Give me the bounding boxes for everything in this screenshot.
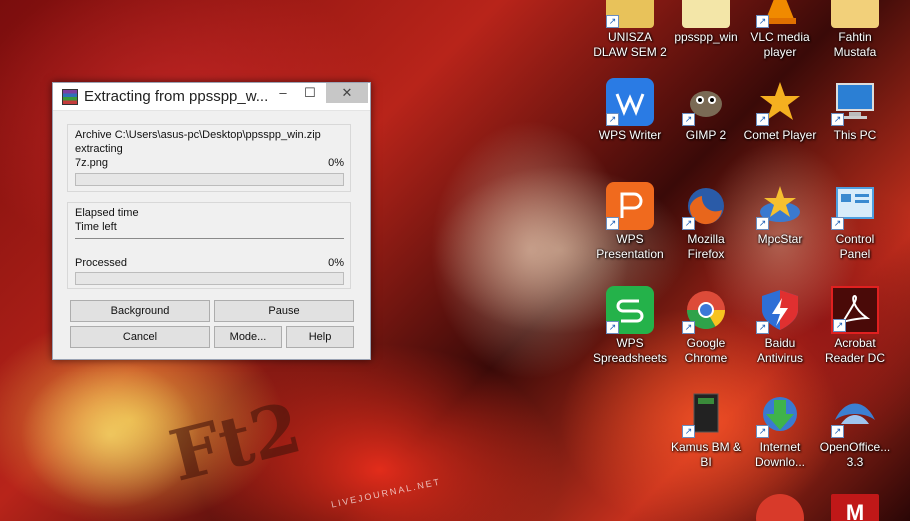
desktop-icon-wps-writer[interactable]: ↗ WPS Writer <box>591 78 669 143</box>
cancel-button[interactable]: Cancel <box>70 326 210 348</box>
desktop-icon-wps-presentation[interactable]: ↗ WPS Presentation <box>591 182 669 262</box>
firefox-icon: ↗ <box>682 182 730 230</box>
minimize-button[interactable]: – <box>269 83 297 103</box>
user-folder-icon <box>831 0 879 28</box>
desktop-icon-fahtin-mustafa[interactable]: Fahtin Mustafa <box>816 0 894 60</box>
desktop-icon-firefox[interactable]: ↗ Mozilla Firefox <box>667 182 745 262</box>
file-progress-bar <box>75 173 344 186</box>
wallpaper-watermark: Ft2 <box>161 385 309 498</box>
desktop-icon-baidu-antivirus[interactable]: ↗ Baidu Antivirus <box>741 286 819 366</box>
desktop-icon-openoffice[interactable]: ↗ OpenOffice... 3.3 <box>816 390 894 470</box>
wps-spreadsheets-icon: ↗ <box>606 286 654 334</box>
gimp-icon: ↗ <box>682 78 730 126</box>
desktop-icon-wps-spreadsheets[interactable]: ↗ WPS Spreadsheets <box>591 286 669 366</box>
background-button[interactable]: Background <box>70 300 210 322</box>
mcafee-icon: M <box>831 494 879 521</box>
desktop-icon-acrobat-reader[interactable]: ↗ Acrobat Reader DC <box>816 286 894 366</box>
svg-text:M: M <box>846 500 864 521</box>
processed-label: Processed <box>75 257 127 269</box>
computer-icon: ↗ <box>831 78 879 126</box>
pause-button[interactable]: Pause <box>214 300 354 322</box>
time-progress-group: Elapsed time Time left Processed 0% <box>67 202 351 289</box>
folder-icon: ↗ <box>606 0 654 28</box>
processed-progress-bar <box>75 272 344 285</box>
desktop-icon-this-pc[interactable]: ↗ This PC <box>816 78 894 143</box>
maximize-button[interactable]: ☐ <box>297 83 323 103</box>
mpcstar-icon: ↗ <box>756 182 804 230</box>
ccleaner-icon <box>756 494 804 521</box>
close-button[interactable]: ✕ <box>326 83 368 103</box>
desktop-icon-unisza[interactable]: ↗ UNISZA DLAW SEM 2 <box>591 0 669 60</box>
dialog-title: Extracting from ppsspp_w... <box>84 88 269 105</box>
desktop-icon-control-panel[interactable]: ↗ Control Panel <box>816 182 894 262</box>
openoffice-icon: ↗ <box>831 390 879 438</box>
desktop-icon-mpcstar[interactable]: ↗ MpcStar <box>741 182 819 247</box>
mode-button[interactable]: Mode... <box>214 326 282 348</box>
time-left-label: Time left <box>75 221 117 233</box>
desktop-icon-ppsspp-win[interactable]: ppsspp_win <box>667 0 745 45</box>
divider <box>75 238 344 239</box>
desktop-icon-internet-download-manager[interactable]: ↗ Internet Downlo... <box>741 390 819 470</box>
elapsed-time-label: Elapsed time <box>75 207 139 219</box>
wps-writer-icon: ↗ <box>606 78 654 126</box>
desktop-icon-gimp[interactable]: ↗ GIMP 2 <box>667 78 745 143</box>
current-file: 7z.png <box>75 157 109 169</box>
action-status: extracting <box>75 143 123 155</box>
desktop-icon-chrome[interactable]: ↗ Google Chrome <box>667 286 745 366</box>
desktop-icon-kamus[interactable]: ↗ Kamus BM & BI <box>667 390 745 470</box>
desktop-icon-mcafee[interactable]: M <box>816 494 894 521</box>
file-progress-group: Archive C:\Users\asus-pc\Desktop\ppsspp_… <box>67 124 351 192</box>
idm-icon: ↗ <box>756 390 804 438</box>
wallpaper-watermark-sub: LIVEJOURNAL.NET <box>330 476 442 510</box>
file-percent: 0% <box>328 157 344 169</box>
folder-icon <box>682 0 730 28</box>
acrobat-icon: ↗ <box>831 286 879 334</box>
comet-player-icon: ↗ <box>756 78 804 126</box>
extraction-dialog: Extracting from ppsspp_w... – ☐ ✕ Archiv… <box>52 82 371 360</box>
help-button[interactable]: Help <box>286 326 354 348</box>
chrome-icon: ↗ <box>682 286 730 334</box>
desktop-icon-comet-player[interactable]: ↗ Comet Player <box>741 78 819 143</box>
desktop-icon-ccleaner[interactable] <box>741 494 819 521</box>
vlc-icon: ↗ <box>756 0 804 28</box>
dialog-titlebar[interactable]: Extracting from ppsspp_w... – ☐ ✕ <box>53 83 370 111</box>
baidu-antivirus-icon: ↗ <box>756 286 804 334</box>
kamus-icon: ↗ <box>682 390 730 438</box>
winrar-icon <box>62 89 78 105</box>
desktop-icon-vlc[interactable]: ↗ VLC media player <box>741 0 819 60</box>
wps-presentation-icon: ↗ <box>606 182 654 230</box>
archive-path: Archive C:\Users\asus-pc\Desktop\ppsspp_… <box>75 129 321 141</box>
processed-percent: 0% <box>328 257 344 269</box>
control-panel-icon: ↗ <box>831 182 879 230</box>
